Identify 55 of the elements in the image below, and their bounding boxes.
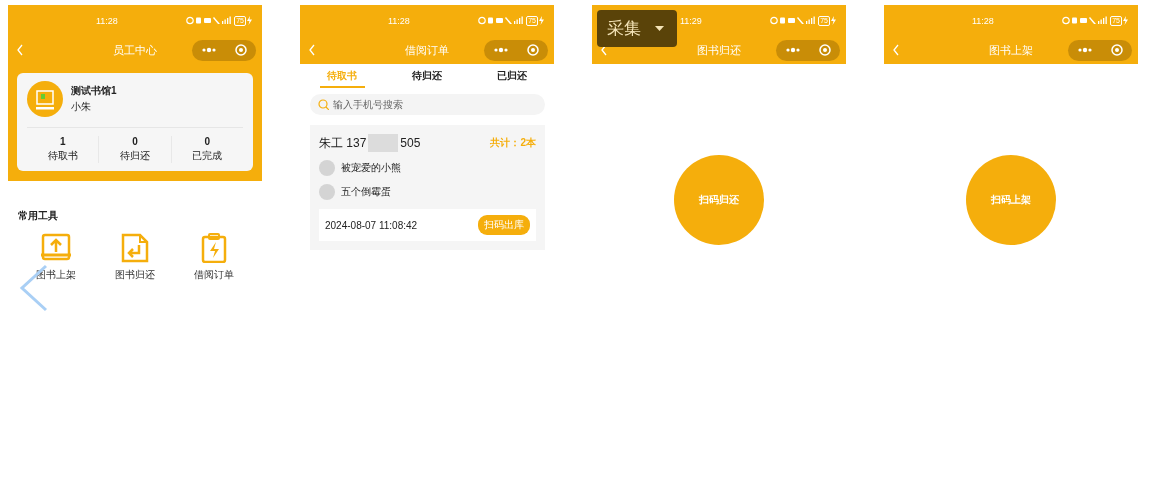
book-cover-icon	[319, 184, 335, 200]
page-title: 员工中心	[113, 43, 157, 56]
book-title: 五个倒霉蛋	[341, 185, 391, 199]
section-title: 常用工具	[18, 209, 59, 223]
order-time: 2024-08-07 11:08:42	[325, 219, 418, 231]
book-count: 共计：2本	[490, 136, 536, 150]
back-icon	[892, 43, 900, 57]
stat-label: 待归还	[120, 149, 150, 163]
phone-digits: 505	[400, 136, 421, 150]
stat-value: 0	[204, 136, 211, 147]
tool-button[interactable]: 图书归还	[95, 233, 175, 282]
status-time: 11:29	[680, 15, 702, 26]
page-title: 图书归还	[697, 43, 741, 56]
book-cover-icon	[319, 160, 335, 176]
caret-icon	[655, 26, 664, 31]
page-title: 图书上架	[989, 43, 1033, 56]
charging-icon	[831, 16, 836, 25]
status-icons-drawing	[478, 16, 525, 25]
more-icon	[201, 47, 216, 53]
close-icon	[234, 44, 247, 56]
charging-icon	[539, 16, 544, 25]
library-name: 测试书馆1	[71, 84, 117, 98]
tool-button[interactable]: 借阅订单	[174, 233, 254, 282]
tab[interactable]: 已归还	[489, 67, 534, 88]
stat-value: 1	[59, 136, 66, 147]
redaction-patch	[368, 134, 399, 152]
more-icon	[493, 47, 508, 53]
close-icon	[1110, 44, 1123, 56]
user-name: 小朱	[71, 100, 92, 114]
status-time: 11:28	[972, 15, 994, 26]
more-icon	[1077, 47, 1092, 53]
status-icons-drawing	[770, 16, 817, 25]
status-time: 11:28	[388, 15, 410, 26]
search-field[interactable]: 输入手机号搜索	[310, 94, 545, 115]
close-icon	[818, 44, 831, 56]
stat-label: 待取书	[47, 149, 78, 163]
page-title: 借阅订单	[405, 43, 449, 56]
status-icons-drawing	[186, 16, 233, 25]
collect-dropdown[interactable]: 采集	[597, 10, 677, 47]
book-title: 被宠爱的小熊	[341, 161, 401, 175]
charging-icon	[1123, 16, 1128, 25]
status-icons-drawing	[1062, 16, 1109, 25]
document-return-icon	[120, 233, 150, 263]
charging-icon	[247, 16, 252, 25]
tray-upload-icon	[40, 233, 71, 263]
close-icon	[526, 44, 539, 56]
library-avatar-icon	[27, 81, 63, 117]
tab[interactable]: 待归还	[404, 67, 450, 88]
back-icon	[16, 43, 24, 57]
stat-value: 0	[132, 136, 138, 147]
back-icon	[308, 43, 316, 57]
stat-label: 已完成	[192, 149, 223, 163]
status-time: 11:28	[96, 15, 118, 26]
customer-name: 朱工 137	[319, 134, 367, 152]
more-icon	[785, 47, 800, 53]
